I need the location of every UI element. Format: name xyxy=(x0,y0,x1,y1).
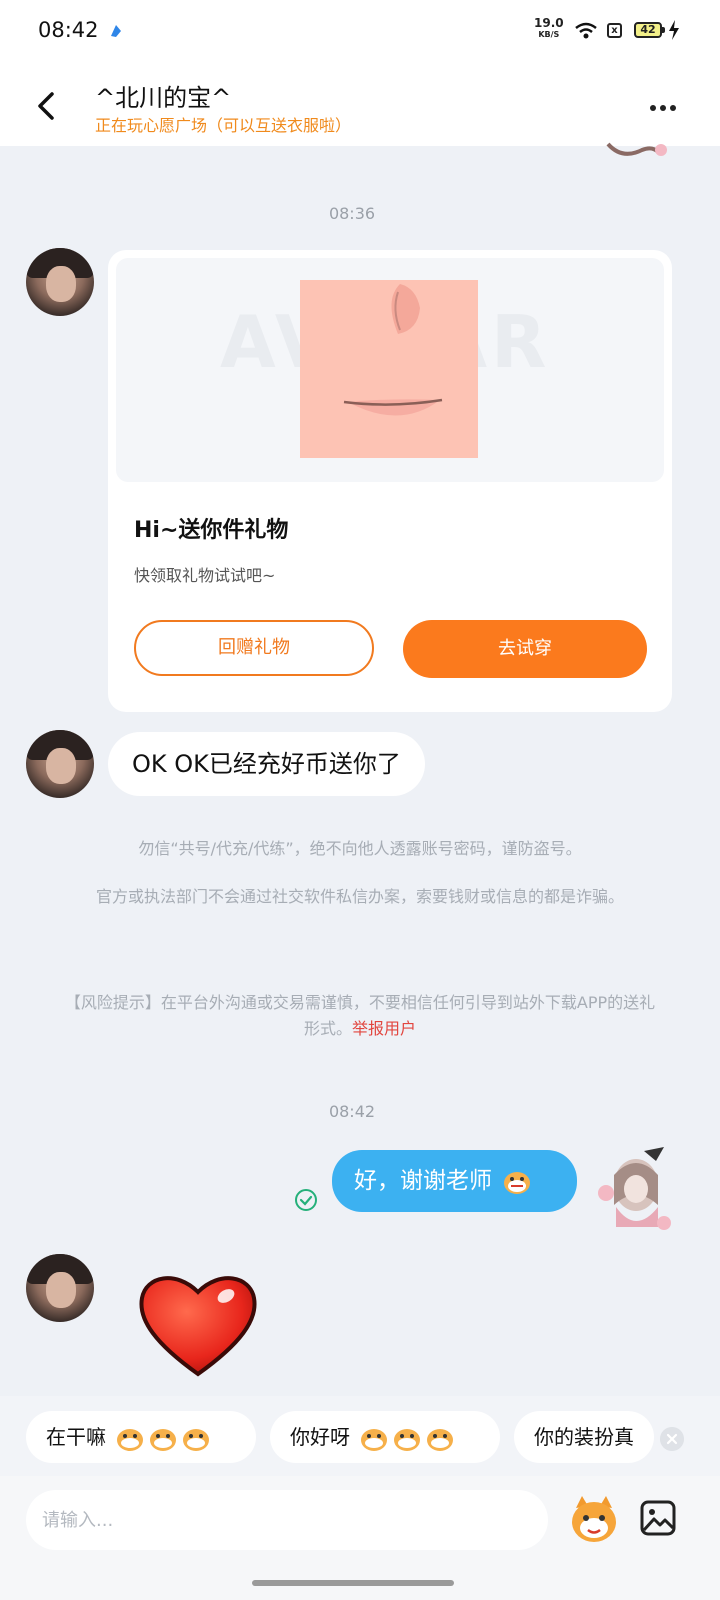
quick-reply-label: 你的装扮真 xyxy=(534,1425,634,1449)
status-time: 08:42 xyxy=(38,18,99,42)
partial-sticker-icon xyxy=(606,142,667,156)
emoji-icon[interactable] xyxy=(568,1494,620,1546)
risk-notice: 【风险提示】在平台外沟通或交易需谨慎，不要相信任何引导到站外下载APP的送礼形式… xyxy=(60,990,660,1042)
app-notification-icon xyxy=(111,25,121,37)
tiger-emoji-icon xyxy=(394,1428,421,1451)
tiger-emoji-icon xyxy=(183,1428,210,1451)
message-bubble[interactable]: OK OK已经充好币送你了 xyxy=(108,732,425,796)
timestamp: 08:42 xyxy=(328,1102,376,1121)
network-speed-unit: KB/S xyxy=(538,30,560,39)
network-speed-value: 19.0 xyxy=(534,16,564,30)
avatar[interactable] xyxy=(26,730,94,798)
check-circle-icon xyxy=(295,1189,317,1211)
quick-reply-chip[interactable]: 你的装扮真 xyxy=(514,1411,654,1463)
network-speed: 19.0 KB/S xyxy=(534,16,564,40)
tiger-emoji-icon xyxy=(361,1428,388,1451)
home-indicator[interactable] xyxy=(252,1580,454,1586)
battery-icon: 42 xyxy=(634,22,662,38)
safety-notice: 勿信“共号/代充/代练”，绝不向他人透露账号密码，谨防盗号。 xyxy=(138,839,582,858)
quick-reply-label: 你好呀 xyxy=(290,1425,350,1449)
report-user-link[interactable]: 举报用户 xyxy=(352,1019,416,1038)
contact-name[interactable]: ^北川的宝^ xyxy=(95,78,231,113)
tiger-emoji-icon xyxy=(427,1428,454,1451)
my-message-bubble[interactable]: 好，谢谢老师 xyxy=(332,1150,577,1212)
tiger-emoji-icon xyxy=(504,1171,531,1194)
my-avatar[interactable] xyxy=(594,1145,674,1235)
quick-reply-label: 在干嘛 xyxy=(46,1425,106,1449)
gift-title: Hi~送你件礼物 xyxy=(134,518,289,543)
try-on-button[interactable]: 去试穿 xyxy=(403,620,647,678)
tiger-emoji-icon xyxy=(150,1428,177,1451)
message-input[interactable] xyxy=(26,1490,548,1550)
wifi-icon xyxy=(575,22,597,39)
return-gift-button[interactable]: 回赠礼物 xyxy=(134,620,374,676)
my-message-text: 好，谢谢老师 xyxy=(354,1168,492,1194)
contact-status: 正在玩心愿广场（可以互送衣服啦） xyxy=(95,116,352,135)
gift-description: 快领取礼物试试吧~ xyxy=(134,566,276,585)
tiger-emoji-icon xyxy=(117,1428,144,1451)
quick-reply-chip[interactable]: 在干嘛 xyxy=(26,1411,256,1463)
sim-status-icon: x xyxy=(607,23,622,38)
battery-tip xyxy=(662,27,665,33)
image-icon[interactable] xyxy=(640,1500,676,1536)
heart-sticker[interactable] xyxy=(136,1268,260,1380)
charging-icon xyxy=(669,20,679,40)
avatar[interactable] xyxy=(26,1254,94,1322)
timestamp: 08:36 xyxy=(328,204,376,223)
quick-reply-chip[interactable]: 你好呀 xyxy=(270,1411,500,1463)
avatar[interactable] xyxy=(26,248,94,316)
fraud-notice: 官方或执法部门不会通过社交软件私信办案，索要钱财或信息的都是诈骗。 xyxy=(95,887,624,906)
close-icon[interactable] xyxy=(660,1427,684,1451)
more-dots-icon[interactable] xyxy=(650,96,690,116)
back-arrow-icon[interactable] xyxy=(30,88,66,124)
gift-item-image[interactable] xyxy=(300,280,478,458)
